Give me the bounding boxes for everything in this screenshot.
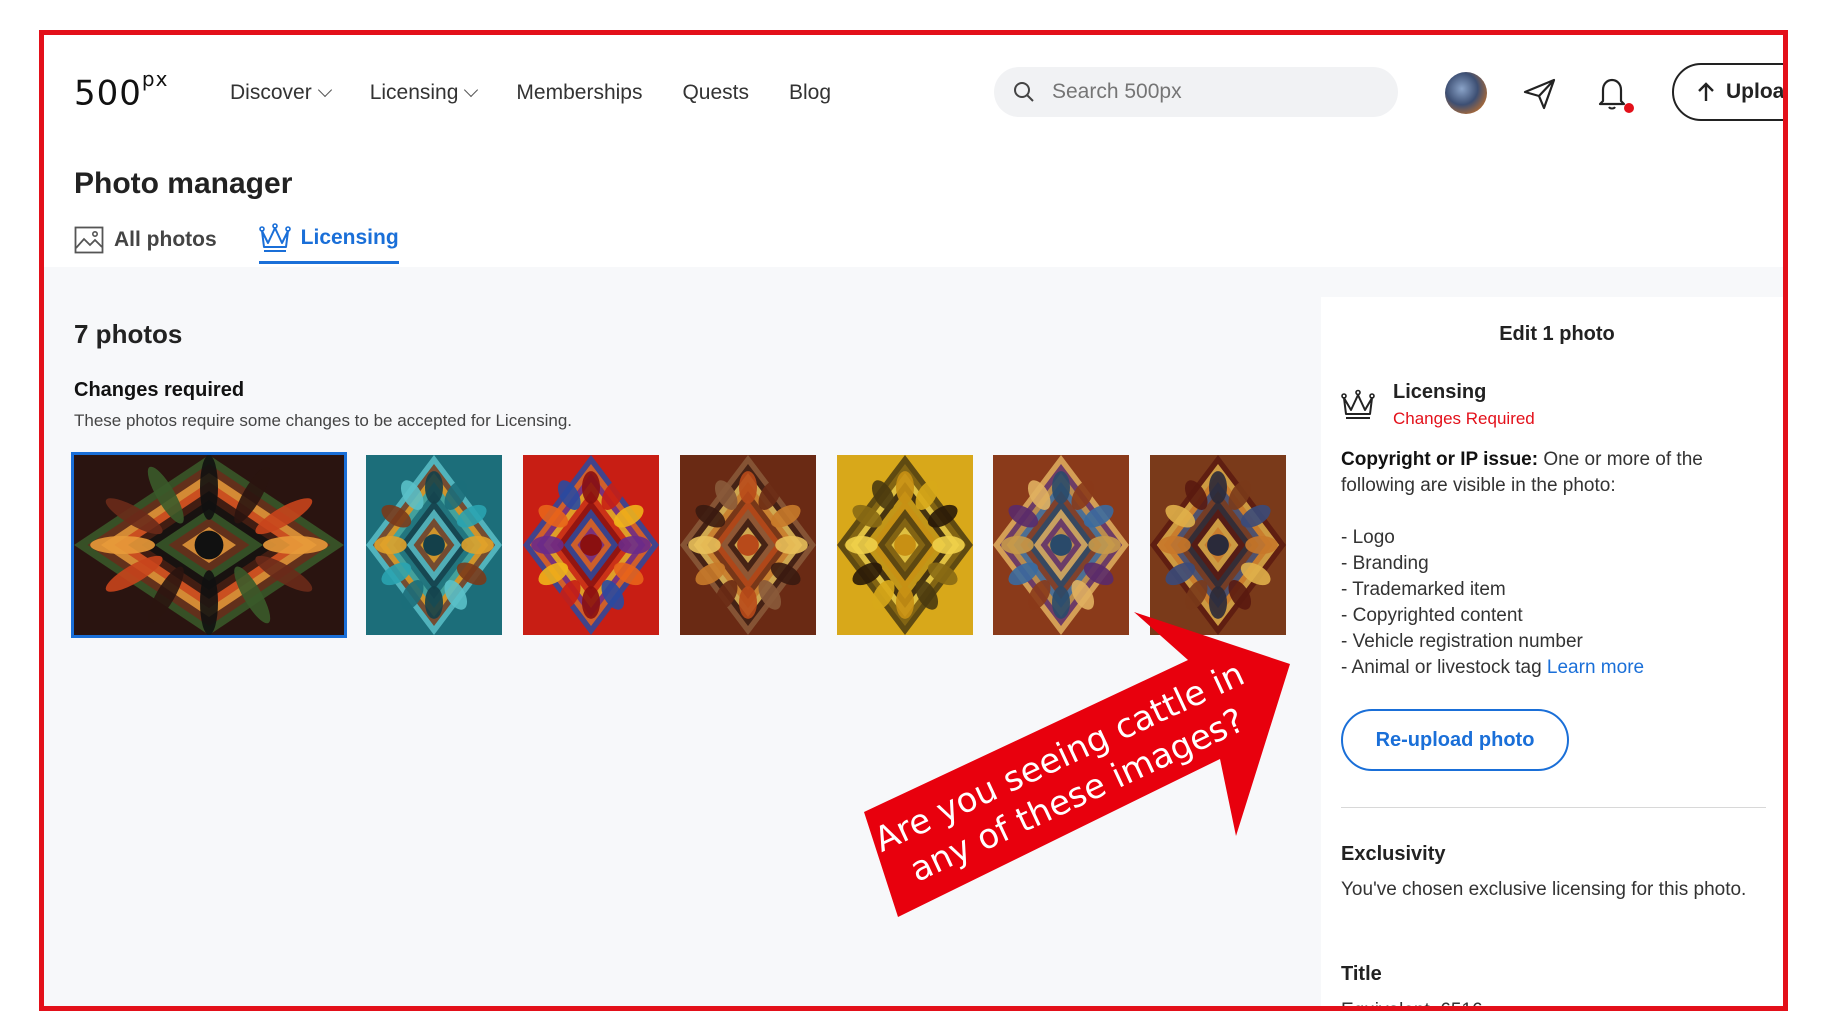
search-input[interactable]	[1050, 79, 1374, 105]
issue-list: - Logo - Branding - Trademarked item - C…	[1341, 525, 1644, 681]
nav-blog[interactable]: Blog	[789, 81, 831, 105]
issue-description: Copyright or IP issue: One or more of th…	[1341, 447, 1761, 499]
arrow-up-icon	[1698, 82, 1714, 101]
main-content: 7 photos Changes required These photos r…	[44, 267, 1783, 1006]
nav-memberships[interactable]: Memberships	[516, 81, 642, 105]
tab-all-photos-label: All photos	[114, 227, 217, 251]
nav-memberships-label: Memberships	[516, 81, 643, 104]
logo-sup: px	[141, 67, 169, 91]
browser-frame: 500px Discover Licensing Memberships Que…	[39, 30, 1788, 1011]
issue-item: - Animal or livestock tag Learn more	[1341, 655, 1644, 681]
section-description: These photos require some changes to be …	[74, 411, 573, 430]
title-label: Title	[1341, 963, 1382, 985]
tab-licensing[interactable]: Licensing	[258, 223, 399, 264]
exclusivity-text: You've chosen exclusive licensing for th…	[1341, 879, 1747, 900]
crown-icon	[1341, 389, 1375, 419]
page-title: Photo manager	[74, 167, 293, 200]
photo-thumbnail[interactable]	[523, 455, 659, 635]
search-bar	[994, 67, 1398, 117]
issue-item: - Branding	[1341, 553, 1429, 574]
edit-panel: Edit 1 photo Licensing Changes Required …	[1321, 297, 1783, 1006]
tab-all-photos[interactable]: All photos	[74, 223, 217, 264]
divider	[1341, 807, 1766, 808]
photo-thumbnail[interactable]	[680, 455, 816, 635]
photo-thumbnail[interactable]	[366, 455, 502, 635]
nav-quests[interactable]: Quests	[682, 81, 749, 105]
panel-title: Edit 1 photo	[1499, 323, 1615, 345]
logo-text: 500	[74, 73, 142, 114]
send-icon[interactable]	[1522, 77, 1558, 111]
learn-more-link[interactable]: Learn more	[1547, 657, 1644, 678]
nav-discover[interactable]: Discover	[230, 81, 332, 105]
issue-item: - Copyrighted content	[1341, 605, 1523, 626]
licensing-status: Changes Required	[1393, 409, 1535, 428]
tab-licensing-label: Licensing	[300, 226, 399, 249]
photo-thumbnail[interactable]	[993, 455, 1129, 635]
issue-label: Copyright or IP issue:	[1341, 449, 1539, 470]
photo-thumbnail[interactable]	[71, 452, 347, 638]
notification-badge	[1624, 103, 1634, 113]
upload-button[interactable]: Upload	[1672, 63, 1785, 121]
chevron-down-icon	[317, 82, 332, 98]
top-nav: 500px Discover Licensing Memberships Que…	[44, 35, 1783, 130]
issue-item: - Vehicle registration number	[1341, 631, 1583, 652]
issue-item: - Trademarked item	[1341, 579, 1506, 600]
logo[interactable]: 500px	[74, 67, 168, 114]
section-title: Changes required	[74, 379, 245, 401]
search-icon	[1014, 82, 1034, 102]
reupload-button[interactable]: Re-upload photo	[1341, 709, 1569, 771]
title-value: Equivalent_6516	[1341, 1000, 1483, 1011]
photo-thumbnail[interactable]	[1150, 455, 1286, 635]
issue-item: - Logo	[1341, 527, 1395, 548]
licensing-label: Licensing	[1393, 381, 1487, 403]
photo-thumbnail[interactable]	[837, 455, 973, 635]
issue-item-text: - Animal or livestock tag	[1341, 657, 1547, 678]
nav-discover-label: Discover	[230, 81, 312, 104]
image-icon	[74, 226, 104, 253]
nav-links: Discover Licensing Memberships Quests Bl…	[230, 81, 831, 105]
nav-licensing-label: Licensing	[369, 81, 459, 104]
crown-icon	[258, 223, 291, 252]
chevron-down-icon	[464, 82, 479, 98]
nav-blog-label: Blog	[789, 81, 832, 104]
nav-quests-label: Quests	[682, 81, 749, 104]
nav-licensing[interactable]: Licensing	[369, 81, 479, 105]
exclusivity-title: Exclusivity	[1341, 843, 1446, 865]
avatar[interactable]	[1445, 72, 1487, 114]
tabs: All photos Licensing	[74, 223, 399, 264]
upload-label: Upload	[1726, 80, 1785, 103]
photo-count: 7 photos	[74, 319, 183, 349]
